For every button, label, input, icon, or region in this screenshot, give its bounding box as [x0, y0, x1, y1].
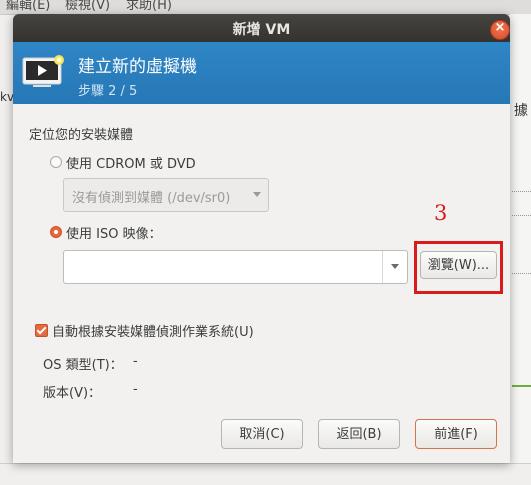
cdrom-device-select: 沒有偵測到媒體 (/dev/sr0): [63, 178, 269, 212]
background-divider: [512, 215, 531, 216]
wizard-banner: 建立新的虛擬機 步驟 2 / 5: [13, 42, 510, 104]
chevron-down-icon: [253, 192, 261, 197]
menu-view[interactable]: 檢視(V): [65, 0, 110, 13]
chevron-down-icon[interactable]: [391, 264, 399, 269]
background-divider: [512, 273, 531, 274]
auto-detect-checkbox[interactable]: [35, 324, 48, 337]
auto-detect-label[interactable]: 自動根據安裝媒體偵測作業系統(U): [52, 321, 254, 340]
background-progress-line: [512, 385, 531, 387]
dialog-titlebar[interactable]: 新增 VM ×: [13, 14, 510, 42]
os-type-value: -: [133, 354, 138, 369]
monitor-icon: [22, 55, 64, 87]
background-divider: [512, 191, 531, 192]
forward-button[interactable]: 前進(F): [415, 419, 497, 449]
banner-title: 建立新的虛擬機: [78, 57, 197, 77]
step-indicator: 步驟 2 / 5: [78, 84, 138, 99]
cdrom-device-value: 沒有偵測到媒體 (/dev/sr0): [72, 191, 231, 206]
os-type-label: OS 類型(T)：: [43, 358, 123, 373]
annotation-number: 3: [434, 201, 448, 225]
background-right-fragment: 據: [514, 103, 528, 119]
annotation-highlight-box: [414, 241, 503, 294]
background-right-panel: [510, 14, 531, 484]
background-bottom-bar: [0, 463, 531, 485]
dialog-title: 新增 VM: [232, 22, 291, 38]
back-button[interactable]: 返回(B): [318, 419, 400, 449]
cdrom-radio[interactable]: [50, 156, 62, 168]
background-menubar: 編輯(E) 檢視(V) 求助(H): [0, 0, 531, 15]
menu-edit[interactable]: 編輯(E): [6, 0, 50, 13]
version-label: 版本(V)：: [43, 386, 102, 401]
menu-help[interactable]: 求助(H): [126, 0, 172, 13]
iso-radio[interactable]: [50, 226, 62, 238]
section-label: 定位您的安裝媒體: [29, 128, 134, 143]
combo-divider: [382, 251, 383, 283]
iso-path-input[interactable]: [63, 250, 408, 284]
new-vm-dialog: 新增 VM × 建立新的虛擬機 步驟 2 / 5 定位您的安裝媒體 使用 CDR…: [13, 14, 510, 463]
close-icon: ×: [494, 20, 506, 35]
iso-radio-label[interactable]: 使用 ISO 映像：: [66, 223, 162, 242]
close-button[interactable]: ×: [490, 20, 510, 40]
background-left-fragment: kv: [0, 90, 15, 104]
version-value: -: [133, 382, 138, 397]
cdrom-radio-label[interactable]: 使用 CDROM 或 DVD: [66, 153, 196, 172]
cancel-button[interactable]: 取消(C): [221, 419, 303, 449]
